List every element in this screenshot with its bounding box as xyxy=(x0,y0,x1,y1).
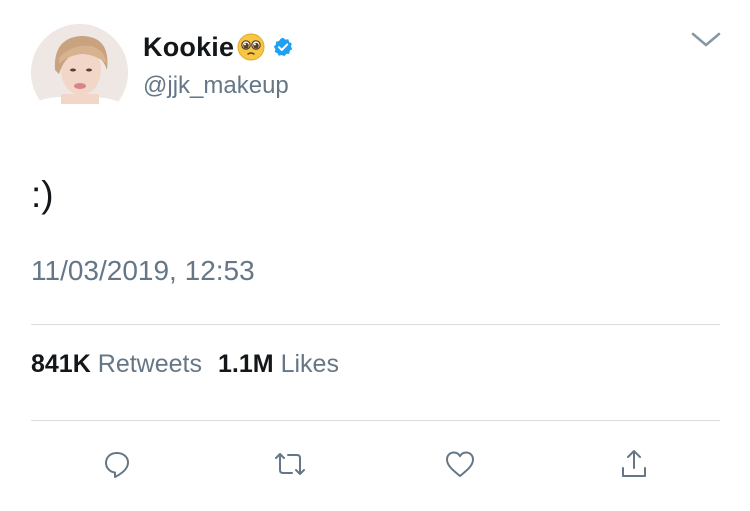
like-icon xyxy=(446,451,474,477)
display-name[interactable]: Kookie xyxy=(143,32,234,63)
retweet-button[interactable] xyxy=(272,446,308,482)
divider xyxy=(31,420,720,421)
retweets-count[interactable]: 841K xyxy=(31,350,91,379)
likes-count[interactable]: 1.1M xyxy=(218,350,274,379)
tweet-timestamp[interactable]: 11/03/2019, 12:53 xyxy=(31,255,255,287)
likes-label[interactable]: Likes xyxy=(281,350,339,379)
verified-badge-icon xyxy=(273,37,293,57)
share-button[interactable] xyxy=(616,446,652,482)
avatar-image xyxy=(31,24,128,121)
reply-icon xyxy=(105,452,129,478)
retweets-label[interactable]: Retweets xyxy=(98,350,202,379)
divider xyxy=(31,324,720,325)
reply-button[interactable] xyxy=(99,446,135,482)
like-button[interactable] xyxy=(442,446,478,482)
tweet-stats: 841K Retweets 1.1M Likes xyxy=(31,350,339,379)
pleading-face-icon xyxy=(236,32,266,62)
tweet-text: :) xyxy=(31,174,54,215)
chevron-down-icon[interactable] xyxy=(690,30,722,50)
user-handle[interactable]: @jjk_makeup xyxy=(143,72,289,100)
avatar[interactable] xyxy=(31,24,128,121)
share-icon xyxy=(622,450,646,477)
name-row: Kookie xyxy=(143,31,293,63)
retweet-icon xyxy=(275,453,305,475)
